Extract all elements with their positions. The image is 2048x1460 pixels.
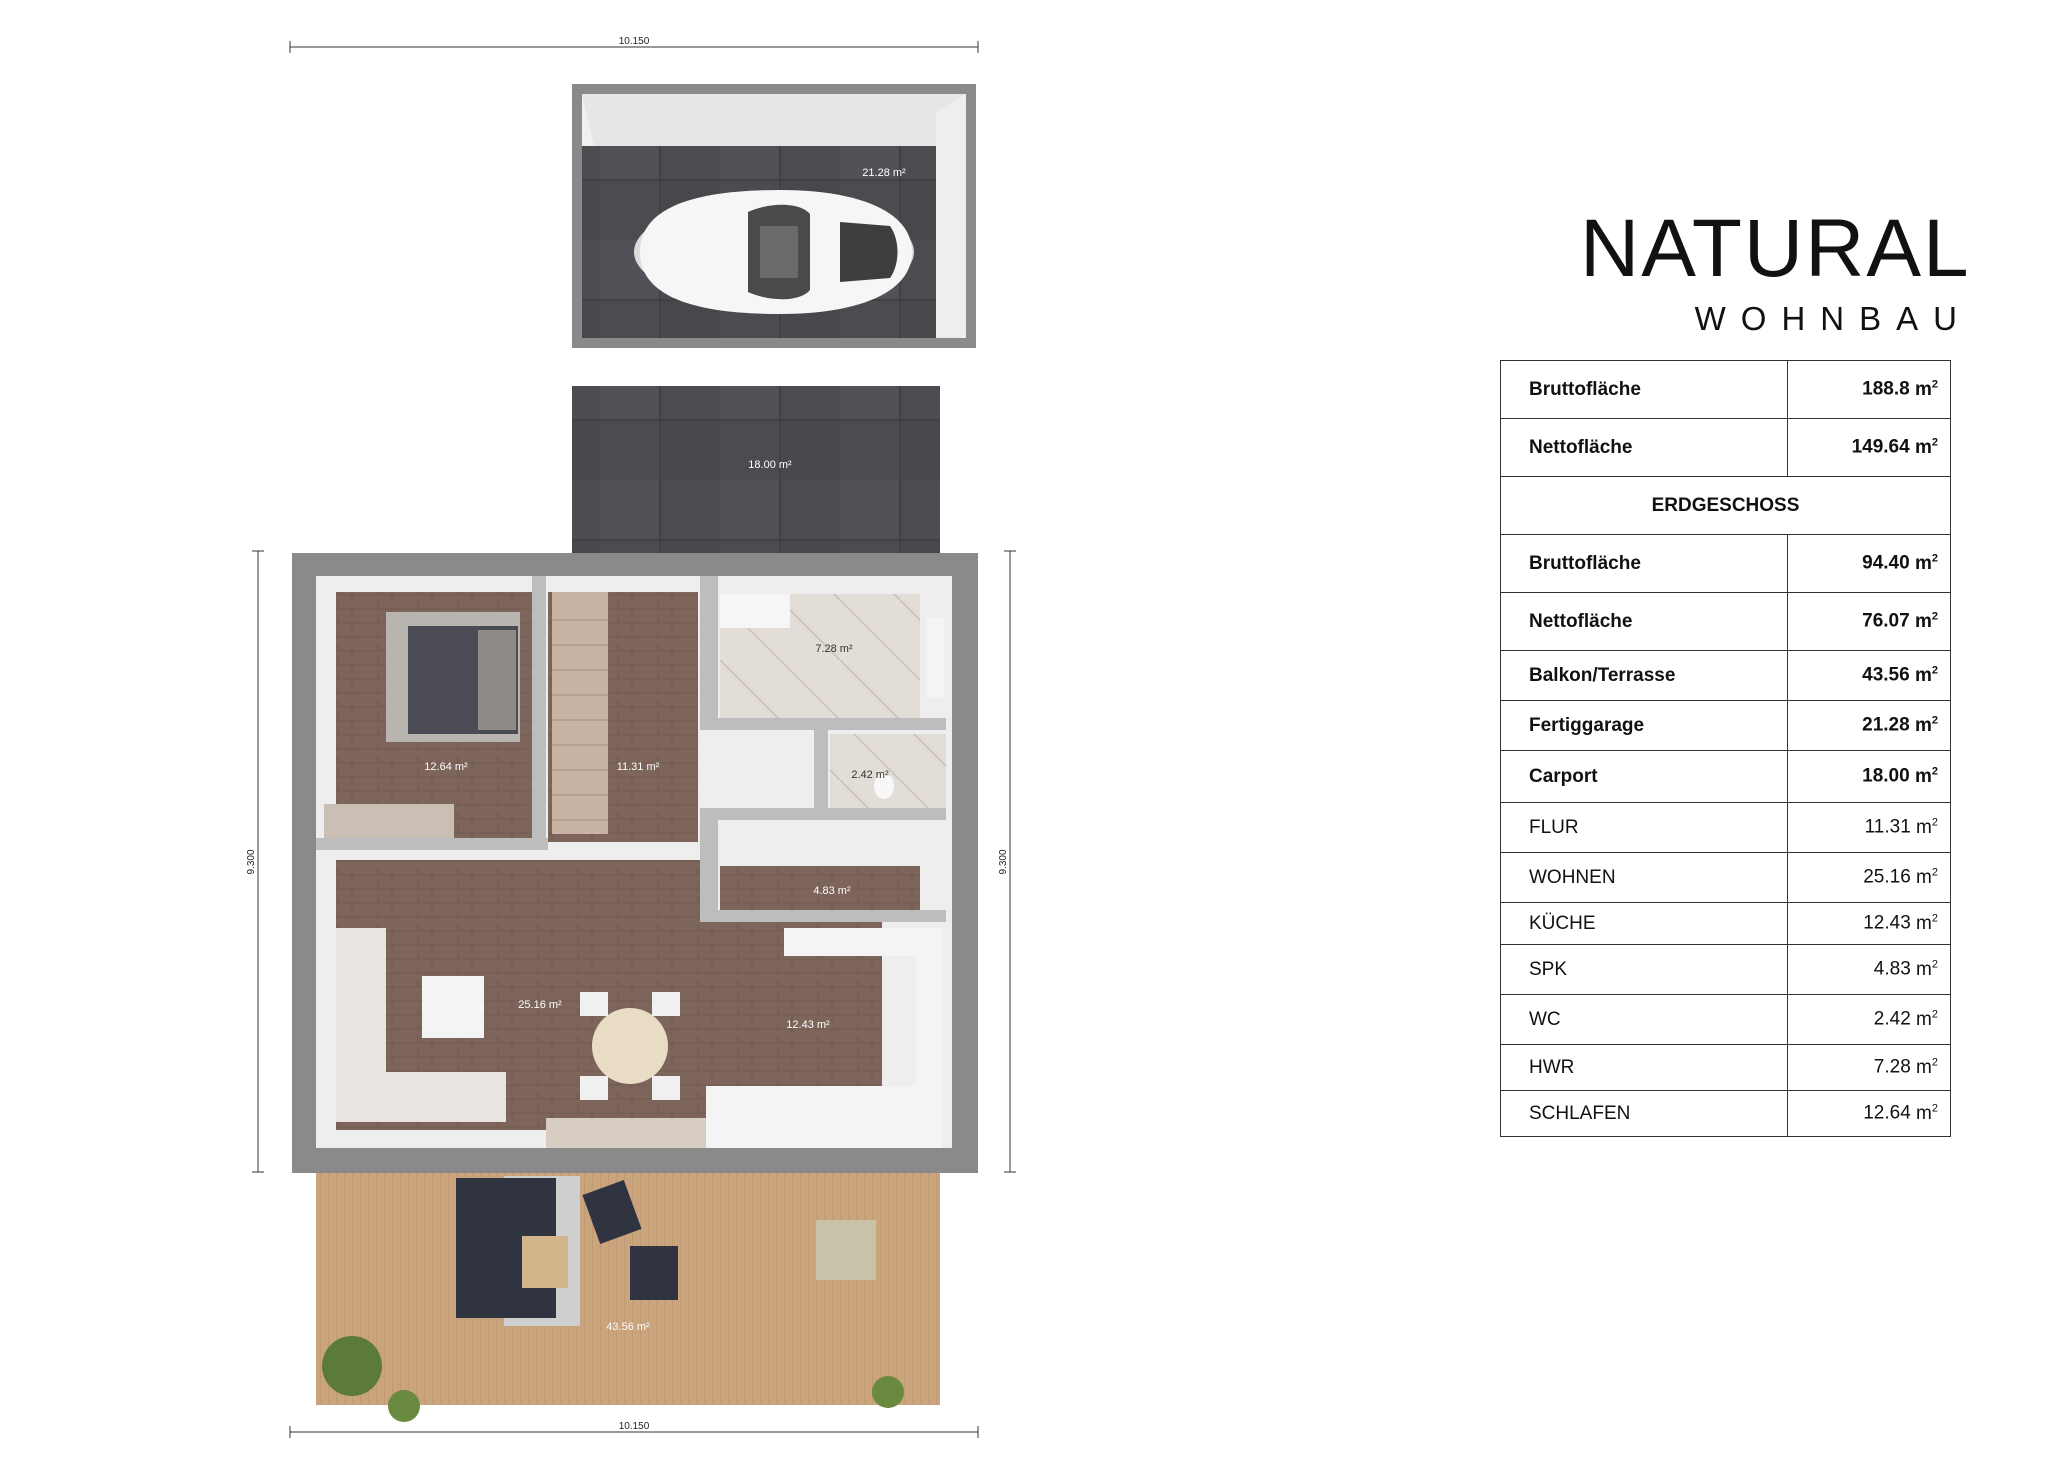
table-row: KÜCHE 12.43 m2 [1500, 902, 1951, 945]
garage: 21.28 m² [572, 84, 976, 348]
table-row: Balkon/Terrasse 43.56 m2 [1500, 650, 1951, 701]
row-value: 188.8 m2 [1787, 360, 1951, 419]
row-value: 25.16 m2 [1787, 852, 1951, 903]
table-row: Carport 18.00 m2 [1500, 750, 1951, 803]
flur-area-label: 11.31 m² [617, 761, 660, 773]
section-heading-row: ERDGESCHOSS [1500, 476, 1951, 535]
garage-area-label: 21.28 m² [862, 167, 906, 179]
row-label: Balkon/Terrasse [1500, 650, 1788, 701]
table-row: Nettofläche 76.07 m2 [1500, 592, 1951, 651]
table-row: WOHNEN 25.16 m2 [1500, 852, 1951, 903]
row-label: Fertiggarage [1500, 700, 1788, 751]
dimension-left: 9.300 [246, 550, 264, 1173]
row-value: 12.43 m2 [1787, 902, 1951, 945]
row-label: FLUR [1500, 802, 1788, 853]
room-schlafen: 12.64 m² [324, 592, 532, 838]
room-spk: 4.83 m² [720, 826, 946, 912]
area-table: Bruttofläche 188.8 m2 Nettofläche 149.64… [1500, 360, 1951, 1137]
row-value: 11.31 m2 [1787, 802, 1951, 853]
kueche-area-label: 12.43 m² [786, 1019, 830, 1031]
staircase [552, 592, 608, 834]
coffee-table-icon [422, 976, 484, 1038]
terrace-table-icon [816, 1220, 876, 1280]
dining-table-icon [592, 1008, 668, 1084]
table-row: HWR 7.28 m2 [1500, 1044, 1951, 1091]
dimension-bottom-label: 10.150 [619, 1421, 650, 1432]
row-value: 4.83 m2 [1787, 944, 1951, 995]
row-label: WC [1500, 994, 1788, 1045]
car-icon [634, 190, 914, 314]
row-label: WOHNEN [1500, 852, 1788, 903]
room-hwr: 7.28 m² [720, 594, 944, 718]
dimension-right-label: 9.300 [998, 849, 1009, 874]
table-row: SCHLAFEN 12.64 m2 [1500, 1090, 1951, 1137]
table-row: Bruttofläche 94.40 m2 [1500, 534, 1951, 593]
row-label: HWR [1500, 1044, 1788, 1091]
row-value: 7.28 m2 [1787, 1044, 1951, 1091]
terrace: 43.56 m² [316, 1173, 940, 1422]
logo-main-text: NATURAL [1580, 203, 1971, 294]
schlafen-area-label: 12.64 m² [424, 761, 468, 773]
dimension-left-label: 9.300 [246, 849, 257, 874]
table-row: SPK 4.83 m2 [1500, 944, 1951, 995]
row-label: Bruttofläche [1500, 534, 1788, 593]
plant-icon [322, 1336, 382, 1396]
section-heading: ERDGESCHOSS [1500, 476, 1951, 535]
wc-area-label: 2.42 m² [851, 769, 889, 781]
table-row: Bruttofläche 188.8 m2 [1500, 360, 1951, 419]
row-label: Carport [1500, 750, 1788, 803]
row-label: Bruttofläche [1500, 360, 1788, 419]
table-row: Nettofläche 149.64 m2 [1500, 418, 1951, 477]
row-label: Nettofläche [1500, 418, 1788, 477]
dimension-right: 9.300 [998, 550, 1016, 1173]
terrasse-area-label: 43.56 m² [606, 1321, 650, 1333]
row-value: 149.64 m2 [1787, 418, 1951, 477]
table-row: Fertiggarage 21.28 m2 [1500, 700, 1951, 751]
wohnen-area-label: 25.16 m² [518, 999, 562, 1011]
logo-sub-text: WOHNBAU [1694, 300, 1972, 337]
row-value: 21.28 m2 [1787, 700, 1951, 751]
row-label: Nettofläche [1500, 592, 1788, 651]
room-flur: 11.31 m² [548, 592, 698, 842]
row-value: 43.56 m2 [1787, 650, 1951, 701]
table-row: WC 2.42 m2 [1500, 994, 1951, 1045]
dimension-top: 10.150 [289, 36, 979, 53]
row-value: 12.64 m2 [1787, 1090, 1951, 1137]
row-value: 94.40 m2 [1787, 534, 1951, 593]
row-label: SCHLAFEN [1500, 1090, 1788, 1137]
row-value: 2.42 m2 [1787, 994, 1951, 1045]
row-label: KÜCHE [1500, 902, 1788, 945]
row-label: SPK [1500, 944, 1788, 995]
spk-area-label: 4.83 m² [813, 885, 851, 897]
row-value: 76.07 m2 [1787, 592, 1951, 651]
brand-logo: NATURAL WOHNBAU [1580, 203, 1971, 336]
room-wc: 2.42 m² [830, 734, 946, 808]
carport-area-label: 18.00 m² [748, 459, 792, 471]
dimension-bottom: 10.150 [289, 1421, 979, 1438]
row-value: 18.00 m2 [1787, 750, 1951, 803]
dimension-top-label: 10.150 [619, 36, 650, 47]
carport: 18.00 m² [572, 386, 940, 554]
table-row: FLUR 11.31 m2 [1500, 802, 1951, 853]
hwr-area-label: 7.28 m² [815, 643, 853, 655]
